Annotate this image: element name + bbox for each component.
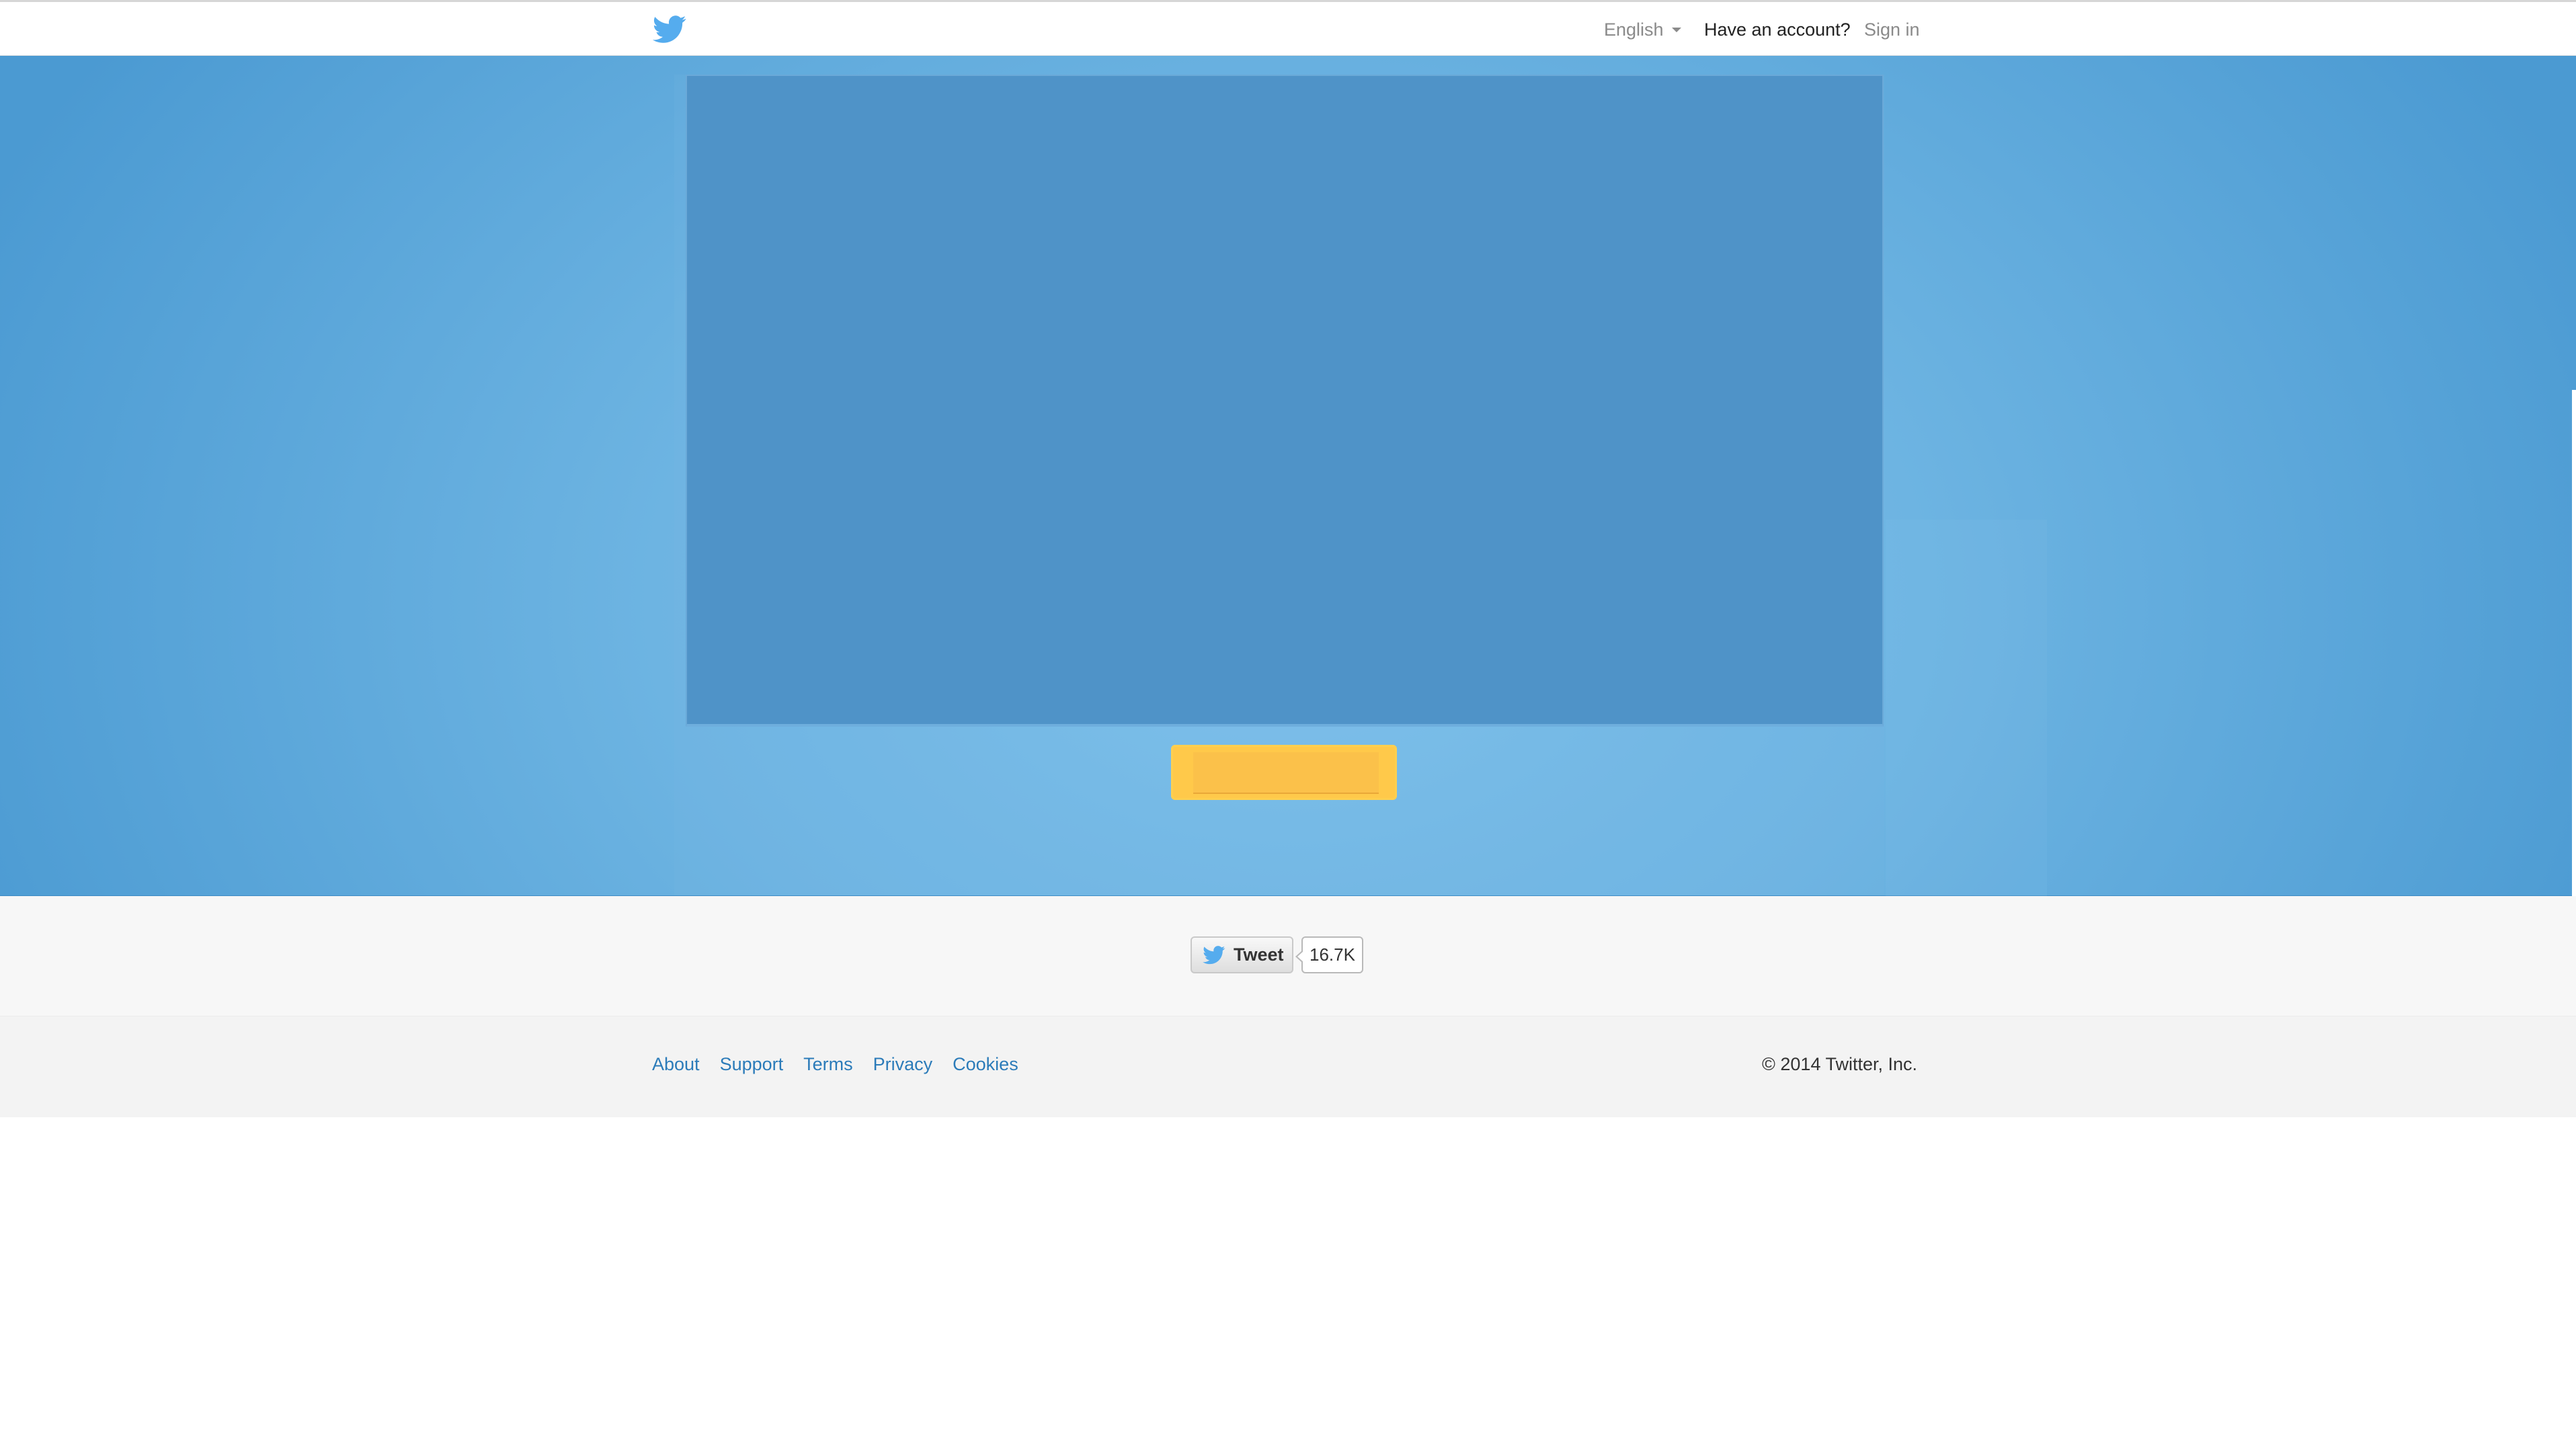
- twitter-bird-icon: [1203, 945, 1225, 964]
- footer-link-about[interactable]: About: [652, 1054, 700, 1075]
- tweet-button[interactable]: Tweet: [1191, 936, 1293, 973]
- caret-down-icon: [1671, 28, 1681, 32]
- hero-media-placeholder[interactable]: [686, 75, 1884, 727]
- page-edge-divider: [2572, 390, 2576, 896]
- have-account-text: Have an account?: [1704, 19, 1851, 40]
- top-navigation-bar: English Have an account? Sign in: [0, 0, 2576, 56]
- language-dropdown[interactable]: English: [1604, 19, 1681, 40]
- cta-button-face: [1193, 752, 1379, 794]
- footer-link-terms[interactable]: Terms: [803, 1054, 853, 1075]
- cta-button[interactable]: [1171, 745, 1397, 800]
- footer-link-cookies[interactable]: Cookies: [953, 1054, 1018, 1075]
- footer: About Support Terms Privacy Cookies © 20…: [0, 1016, 2576, 1117]
- footer-link-privacy[interactable]: Privacy: [873, 1054, 933, 1075]
- copyright-text: © 2014 Twitter, Inc.: [1762, 1054, 1918, 1074]
- twitter-bird-icon[interactable]: [652, 15, 687, 44]
- sign-in-link[interactable]: Sign in: [1864, 19, 1920, 40]
- footer-links: About Support Terms Privacy Cookies: [652, 1054, 1018, 1075]
- language-label: English: [1604, 19, 1664, 40]
- tweet-count-badge[interactable]: 16.7K: [1295, 936, 1363, 973]
- share-strip: Tweet 16.7K: [0, 896, 2576, 1016]
- footer-link-support[interactable]: Support: [720, 1054, 784, 1075]
- hero-section: [0, 56, 2576, 896]
- tweet-button-label: Tweet: [1234, 944, 1284, 965]
- hero-side-panel: [1886, 520, 2047, 896]
